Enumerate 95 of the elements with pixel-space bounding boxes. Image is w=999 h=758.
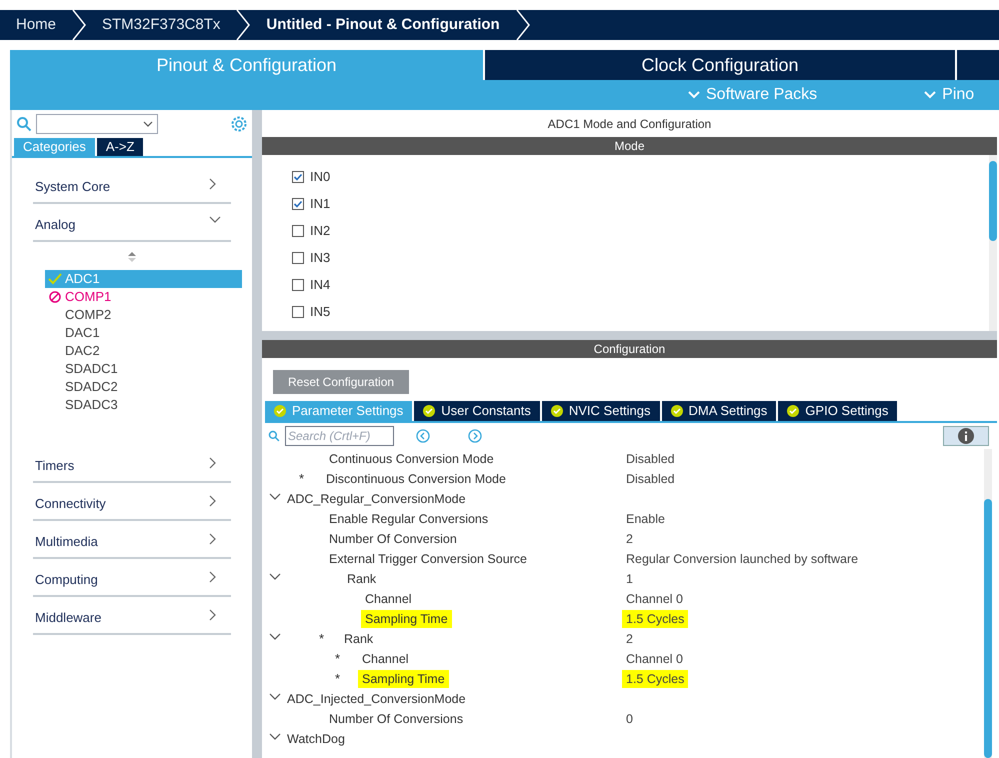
parameter-name: Number Of Conversion	[329, 530, 457, 548]
previous-icon[interactable]	[416, 429, 430, 443]
sort-icon[interactable]	[128, 252, 136, 262]
parameter-name: Rank	[347, 570, 376, 588]
chevron-down-icon	[688, 91, 700, 99]
channel-checkbox[interactable]	[292, 171, 304, 183]
check-circle-icon	[670, 405, 683, 417]
scrollbar-thumb[interactable]	[984, 499, 992, 758]
settings-icon[interactable]	[230, 115, 248, 133]
channel-checkbox[interactable]	[292, 198, 304, 210]
view-tab[interactable]: A->Z	[96, 138, 144, 156]
parameter-name: Channel	[362, 650, 409, 668]
channel-label: IN2	[310, 222, 330, 240]
peripheral-item[interactable]: DAC2	[45, 342, 242, 360]
parameter-name: Sampling Time	[358, 670, 449, 688]
check-circle-icon	[787, 405, 800, 417]
tab-strip-end	[955, 50, 999, 80]
required-label: *	[335, 650, 340, 668]
category-item[interactable]: Multimedia	[33, 521, 231, 559]
parameter-value: 1	[626, 570, 633, 588]
parameter-value: 1.5 Cycles	[622, 670, 688, 688]
required-label: *	[299, 470, 304, 488]
required-label: *	[319, 630, 324, 648]
search-icon	[16, 116, 32, 132]
next-icon[interactable]	[468, 429, 482, 443]
category-item[interactable]: Analog	[33, 204, 231, 242]
parameter-name: Continuous Conversion Mode	[329, 450, 494, 468]
parameter-value: Enable	[626, 510, 665, 528]
parameter-value: 2	[626, 530, 633, 548]
check-circle-icon	[423, 405, 436, 417]
check-circle-icon	[274, 405, 286, 417]
parameter-name: Number Of Conversions	[329, 710, 464, 728]
parameter-value: 1.5 Cycles	[622, 610, 688, 628]
parameter-value: Disabled	[626, 470, 675, 488]
parameter-name: ADC_Regular_ConversionMode	[287, 490, 466, 508]
panel-title: ADC1 Mode and Configuration	[548, 116, 712, 132]
channel-label: IN3	[310, 249, 330, 268]
chevron-separator-icon	[516, 10, 530, 40]
required-label: *	[335, 670, 340, 688]
info-button[interactable]	[943, 426, 989, 446]
chevron-separator-icon	[236, 10, 250, 40]
section-header: Mode	[614, 138, 645, 155]
channel-checkbox[interactable]	[292, 252, 304, 264]
settings-tab[interactable]: User Constants	[414, 401, 540, 421]
peripheral-item[interactable]: SDADC3	[45, 396, 242, 414]
search-icon	[268, 430, 280, 442]
channel-checkbox[interactable]	[292, 225, 304, 237]
search-combo[interactable]	[36, 114, 158, 134]
section-header: Configuration	[594, 341, 666, 358]
peripheral-item[interactable]: COMP1	[45, 288, 242, 306]
channel-label: IN4	[310, 276, 330, 294]
category-item[interactable]: Computing	[33, 559, 231, 597]
peripheral-item[interactable]: COMP2	[45, 306, 242, 324]
category-item[interactable]: Timers	[33, 445, 231, 483]
parameter-value: Channel 0	[626, 590, 683, 608]
parameter-name: ADC_Injected_ConversionMode	[287, 690, 466, 708]
parameter-name: WatchDog	[287, 730, 345, 748]
parameter-name: Enable Regular Conversions	[329, 510, 488, 528]
channel-label: IN5	[310, 303, 330, 322]
category-item[interactable]: System Core	[33, 166, 231, 204]
chevron-down-icon	[143, 121, 153, 127]
parameter-name: Sampling Time	[361, 610, 452, 628]
parameter-name: Channel	[365, 590, 412, 608]
parameter-value: 0	[626, 710, 633, 728]
peripheral-item[interactable]: SDADC2	[45, 378, 242, 396]
parameter-value: Regular Conversion launched by software	[626, 550, 858, 568]
settings-tab[interactable]: NVIC Settings	[542, 401, 660, 421]
channel-checkbox[interactable]	[292, 306, 304, 318]
prohibited-icon	[49, 291, 61, 303]
check-circle-icon	[550, 405, 563, 417]
checkmark-icon	[48, 273, 62, 285]
settings-tab[interactable]: GPIO Settings	[778, 401, 898, 421]
parameter-value: Disabled	[626, 450, 675, 468]
parameter-value: Channel 0	[626, 650, 683, 668]
channel-label: IN1	[310, 195, 330, 214]
peripheral-item[interactable]: SDADC1	[45, 360, 242, 378]
settings-tab[interactable]: DMA Settings	[662, 401, 776, 421]
category-item[interactable]: Connectivity	[33, 483, 231, 521]
info-icon	[958, 428, 974, 444]
breadcrumb-link[interactable]: Home	[0, 14, 72, 36]
breadcrumb-link[interactable]: Untitled - Pinout & Configuration	[250, 14, 516, 36]
chevron-down-icon	[924, 91, 936, 99]
channel-label: IN0	[310, 168, 330, 186]
channel-checkbox[interactable]	[292, 279, 304, 291]
parameter-name: External Trigger Conversion Source	[329, 550, 528, 568]
category-item[interactable]: Middleware	[33, 597, 231, 635]
search-field[interactable]: Search (Crtl+F)	[285, 426, 394, 446]
parameter-name: Discontinuous Conversion Mode	[326, 470, 506, 488]
parameter-name: Rank	[344, 630, 374, 648]
chevron-separator-icon	[72, 10, 86, 40]
parameter-value: 2	[626, 630, 633, 648]
peripheral-item[interactable]: DAC1	[45, 324, 242, 342]
breadcrumb-link[interactable]: STM32F373C8Tx	[86, 14, 236, 36]
scrollbar-thumb[interactable]	[989, 161, 997, 241]
main-tab[interactable]: Clock Configuration	[483, 50, 955, 80]
